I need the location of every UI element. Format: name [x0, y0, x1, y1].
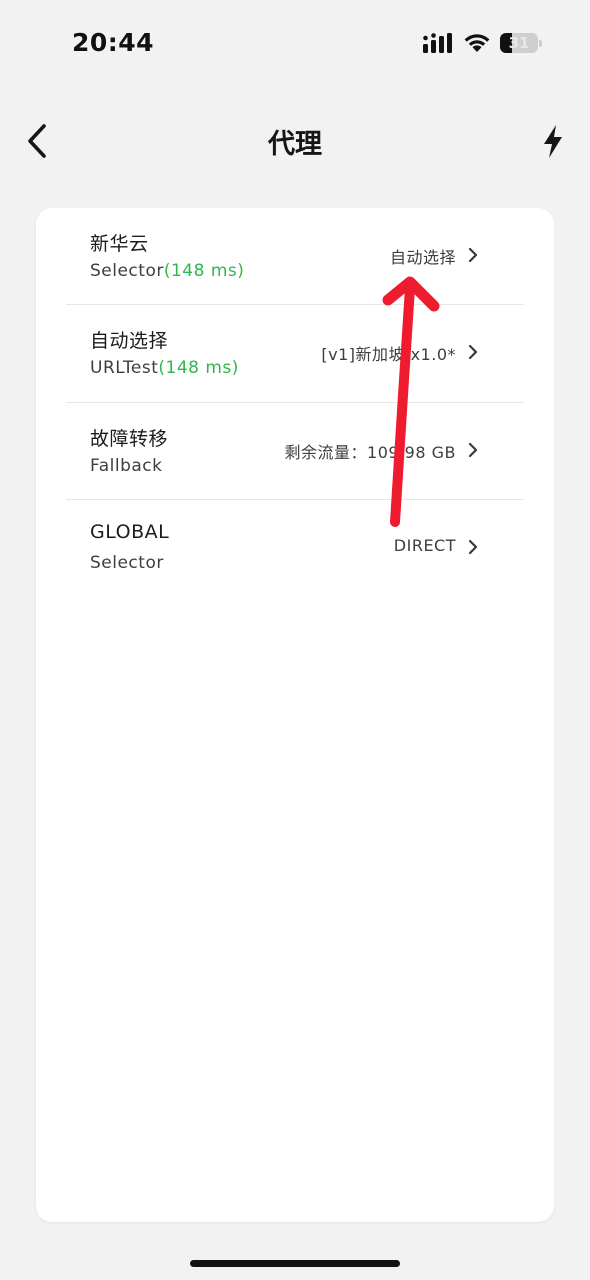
- page-title: 代理: [268, 129, 322, 160]
- wifi-icon: [464, 34, 490, 52]
- proxy-group-type-label: Selector: [90, 553, 164, 573]
- proxy-group-row[interactable]: 自动选择 URLTest(148 ms) [v1]新加坡 x1.0*: [66, 305, 524, 402]
- chevron-right-icon: [468, 247, 478, 263]
- chevron-right-icon: [468, 539, 478, 555]
- proxy-group-type-label: Selector: [90, 261, 164, 281]
- home-indicator[interactable]: [190, 1260, 400, 1267]
- proxy-group-name: 新华云: [90, 233, 149, 255]
- status-time: 20:44: [72, 28, 155, 57]
- proxy-group-selected: [v1]新加坡 x1.0*: [321, 345, 456, 364]
- proxy-group-row[interactable]: GLOBAL Selector DIRECT: [66, 500, 524, 597]
- proxy-group-selected: 自动选择: [389, 248, 456, 267]
- battery-icon: 31: [500, 33, 538, 53]
- chevron-right-icon: [468, 344, 478, 360]
- proxy-group-selected: 剩余流量：109.98 GB: [284, 443, 456, 462]
- battery-level: 31: [508, 34, 530, 52]
- proxy-group-row[interactable]: 故障转移 Fallback 剩余流量：109.98 GB: [66, 403, 524, 500]
- status-bar: 20:44 31: [0, 0, 590, 88]
- proxy-group-latency: (148 ms): [158, 358, 239, 378]
- proxy-group-name: GLOBAL: [90, 521, 170, 543]
- proxy-group-type: Fallback: [90, 456, 162, 476]
- battery-cap: [539, 40, 542, 47]
- cellular-signal-icon: [423, 33, 452, 53]
- proxy-group-row[interactable]: 新华云 Selector(148 ms) 自动选择: [66, 208, 524, 305]
- proxy-group-latency: (148 ms): [163, 261, 245, 281]
- proxy-group-type: Selector: [90, 553, 164, 573]
- proxy-group-name: 自动选择: [90, 330, 169, 352]
- proxy-group-name: 故障转移: [90, 428, 169, 450]
- chevron-right-icon: [468, 442, 478, 458]
- proxy-group-selected: DIRECT: [393, 536, 456, 555]
- proxy-group-type: Selector(148 ms): [90, 261, 244, 281]
- proxy-group-type-label: URLTest: [90, 358, 159, 378]
- lightning-bolt-icon[interactable]: [538, 120, 568, 162]
- proxy-group-type-label: Fallback: [90, 456, 163, 476]
- proxy-group-type: URLTest(148 ms): [90, 358, 239, 378]
- proxy-group-card: 新华云 Selector(148 ms) 自动选择 自动选择 URLTest(1…: [36, 208, 554, 1222]
